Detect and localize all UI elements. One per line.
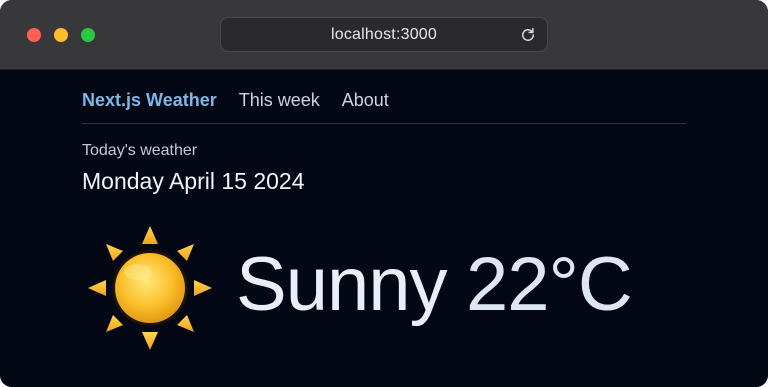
weather-date: Monday April 15 2024 (82, 168, 305, 194)
close-window-button[interactable] (27, 28, 41, 42)
zoom-window-button[interactable] (81, 28, 95, 42)
weather-condition: Sunny (236, 242, 447, 327)
address-bar-url[interactable]: localhost:3000 (221, 18, 547, 52)
browser-titlebar: localhost:3000 (0, 0, 768, 70)
nav-link-about[interactable]: About (342, 90, 389, 111)
nav-link-this-week[interactable]: This week (239, 90, 320, 111)
site-nav: Next.js Weather This week About (82, 88, 389, 112)
browser-window: localhost:3000 Next.js Weather This week… (0, 0, 768, 387)
address-bar[interactable]: localhost:3000 (220, 17, 548, 52)
minimize-window-button[interactable] (54, 28, 68, 42)
weather-subtitle: Today's weather (82, 142, 198, 159)
nav-divider (82, 123, 686, 124)
page-content: Next.js Weather This week About Today's … (0, 70, 768, 387)
sun-icon (88, 226, 212, 350)
nav-brand-link[interactable]: Next.js Weather (82, 90, 217, 111)
reload-icon[interactable] (519, 26, 537, 44)
weather-temperature: 22°C (466, 242, 633, 327)
